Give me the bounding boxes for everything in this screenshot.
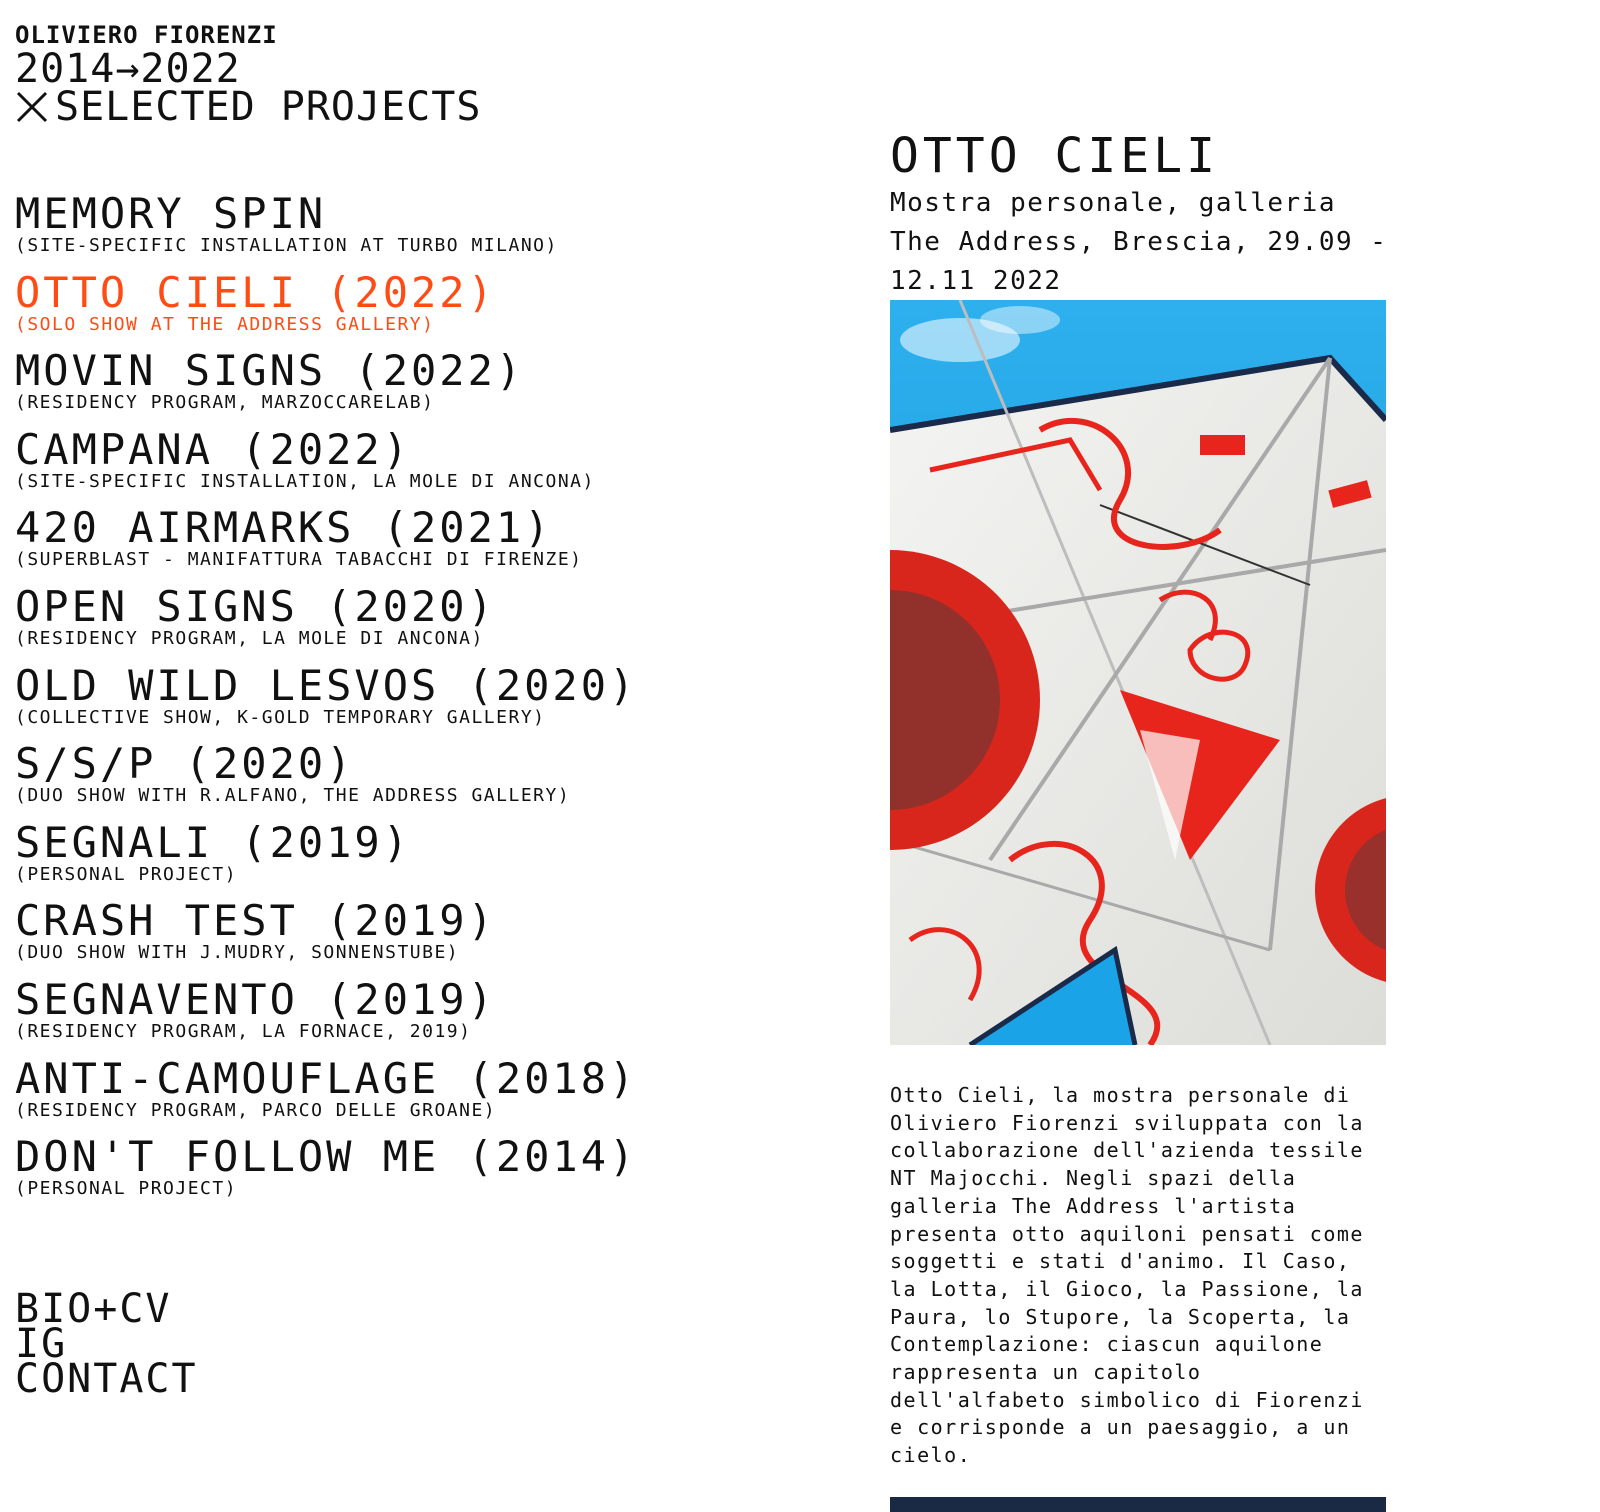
project-detail-header: OTTO CIELI Mostra personale, galleria Th…	[890, 128, 1390, 301]
detail-subtitle: Mostra personale, galleria The Address, …	[890, 188, 1388, 296]
project-title[interactable]: MOVIN SIGNS (2022)	[15, 349, 835, 393]
contact-link[interactable]: CONTACT	[15, 1359, 198, 1399]
project-item-otto-cieli[interactable]: OTTO CIELI (2022) (SOLO SHOW AT THE ADDR…	[15, 270, 835, 350]
project-title[interactable]: S/S/P (2020)	[15, 742, 835, 786]
project-title[interactable]: DON'T FOLLOW ME (2014)	[15, 1135, 835, 1179]
project-list: MEMORY SPIN (SITE-SPECIFIC INSTALLATION …	[15, 192, 835, 1214]
project-subtitle: (PERSONAL PROJECT)	[15, 863, 238, 885]
project-subtitle: (SUPERBLAST - MANIFATTURA TABACCHI DI FI…	[15, 549, 583, 571]
project-title[interactable]: OPEN SIGNS (2020)	[15, 584, 835, 629]
project-title[interactable]: CRASH TEST (2019)	[15, 899, 835, 943]
detail-title: OTTO CIELI	[890, 128, 1219, 184]
project-item-dont-follow-me[interactable]: DON'T FOLLOW ME (2014) (PERSONAL PROJECT…	[15, 1135, 835, 1214]
project-title[interactable]: MEMORY SPIN	[15, 192, 835, 236]
project-subtitle: (DUO SHOW WITH R.ALFANO, THE ADDRESS GAL…	[15, 785, 571, 807]
project-title[interactable]: SEGNALI (2019)	[15, 820, 835, 865]
project-item-open-signs[interactable]: OPEN SIGNS (2020) (RESIDENCY PROGRAM, LA…	[15, 584, 835, 664]
project-subtitle: (SITE-SPECIFIC INSTALLATION AT TURBO MIL…	[15, 235, 558, 256]
next-image-strip	[890, 1497, 1386, 1512]
project-subtitle: (SITE-SPECIFIC INSTALLATION, LA MOLE DI …	[15, 470, 595, 492]
project-subtitle: (DUO SHOW WITH J.MUDRY, SONNENSTUBE)	[15, 942, 460, 964]
project-title[interactable]: OLD WILD LESVOS (2020)	[15, 663, 835, 708]
project-item-movin-signs[interactable]: MOVIN SIGNS (2022) (RESIDENCY PROGRAM, M…	[15, 349, 835, 428]
site-header: OLIVIERO FIORENZI 2014→2022 SELECTED PRO…	[15, 20, 481, 127]
project-title[interactable]: SEGNAVENTO (2019)	[15, 977, 835, 1022]
project-subtitle: (RESIDENCY PROGRAM, LA FORNACE, 2019)	[15, 1020, 472, 1042]
section-heading: SELECTED PROJECTS	[15, 87, 481, 127]
project-subtitle: (PERSONAL PROJECT)	[15, 1178, 238, 1200]
footer-nav: BIO+CV IG CONTACT	[15, 1289, 198, 1399]
project-item-memory-spin[interactable]: MEMORY SPIN (SITE-SPECIFIC INSTALLATION …	[15, 192, 835, 271]
section-label: SELECTED PROJECTS	[55, 84, 482, 130]
project-title[interactable]: CAMPANA (2022)	[15, 427, 835, 472]
project-subtitle: (COLLECTIVE SHOW, K-GOLD TEMPORARY GALLE…	[15, 706, 546, 728]
project-item-segnali[interactable]: SEGNALI (2019) (PERSONAL PROJECT)	[15, 820, 835, 900]
years-range: 2014→2022	[15, 46, 241, 92]
project-title[interactable]: 420 AIRMARKS (2021)	[15, 506, 835, 550]
project-item-420-airmarks[interactable]: 420 AIRMARKS (2021) (SUPERBLAST - MANIFA…	[15, 506, 835, 585]
project-title[interactable]: OTTO CIELI (2022)	[15, 270, 835, 315]
project-item-old-wild-lesvos[interactable]: OLD WILD LESVOS (2020) (COLLECTIVE SHOW,…	[15, 663, 835, 743]
project-hero-image[interactable]	[890, 300, 1386, 1045]
project-subtitle: (RESIDENCY PROGRAM, MARZOCCARELAB)	[15, 392, 435, 414]
project-title[interactable]: ANTI-CAMOUFLAGE (2018)	[15, 1056, 835, 1101]
project-item-segnavento[interactable]: SEGNAVENTO (2019) (RESIDENCY PROGRAM, LA…	[15, 977, 835, 1057]
project-subtitle: (RESIDENCY PROGRAM, PARCO DELLE GROANE)	[15, 1099, 497, 1121]
project-item-ssp[interactable]: S/S/P (2020) (DUO SHOW WITH R.ALFANO, TH…	[15, 742, 835, 821]
project-item-anti-camouflage[interactable]: ANTI-CAMOUFLAGE (2018) (RESIDENCY PROGRA…	[15, 1056, 835, 1136]
project-subtitle: (RESIDENCY PROGRAM, LA MOLE DI ANCONA)	[15, 627, 484, 649]
project-item-campana[interactable]: CAMPANA (2022) (SITE-SPECIFIC INSTALLATI…	[15, 427, 835, 507]
project-subtitle: (SOLO SHOW AT THE ADDRESS GALLERY)	[15, 313, 435, 335]
close-x-icon[interactable]	[15, 90, 49, 124]
project-item-crash-test[interactable]: CRASH TEST (2019) (DUO SHOW WITH J.MUDRY…	[15, 899, 835, 978]
project-description: Otto Cieli, la mostra personale di Olivi…	[890, 1083, 1364, 1468]
